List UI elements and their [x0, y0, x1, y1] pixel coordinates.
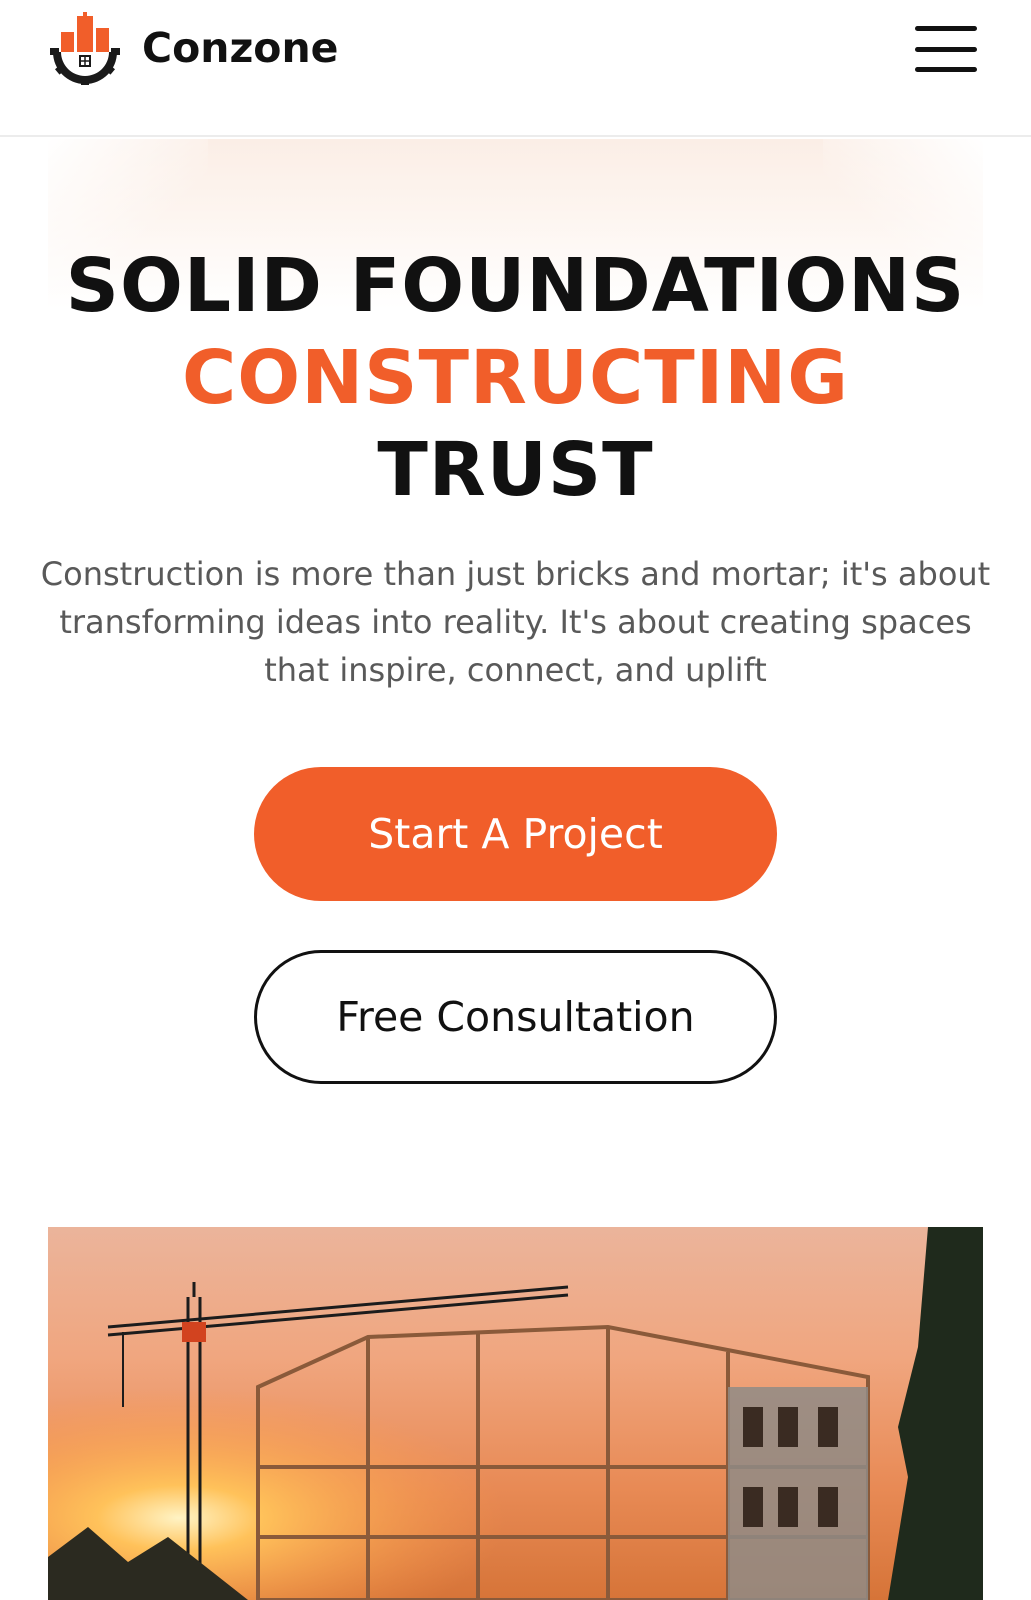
- hero-description: Construction is more than just bricks an…: [40, 555, 991, 689]
- menu-bar-top: [915, 26, 977, 31]
- site-header: Conzone: [0, 0, 1031, 137]
- headline-line-3: TRUST: [377, 427, 654, 513]
- hero-headline: SOLID FOUNDATIONS CONSTRUCTING TRUST: [48, 240, 983, 516]
- construction-site-photo: [48, 1227, 983, 1600]
- brand[interactable]: Conzone: [47, 10, 338, 86]
- headline-line-1: SOLID FOUNDATIONS: [65, 243, 966, 329]
- construction-gear-logo-icon: [50, 12, 120, 85]
- headline-line-2: CONSTRUCTING: [182, 335, 849, 421]
- brand-name: Conzone: [142, 24, 339, 72]
- start-project-button[interactable]: Start A Project: [254, 767, 777, 901]
- construction-site-illustration: [48, 1227, 983, 1600]
- menu-bar-middle: [915, 46, 977, 52]
- free-consultation-button[interactable]: Free Consultation: [254, 950, 777, 1084]
- hamburger-menu-icon[interactable]: [915, 26, 977, 72]
- menu-bar-bottom: [915, 67, 977, 72]
